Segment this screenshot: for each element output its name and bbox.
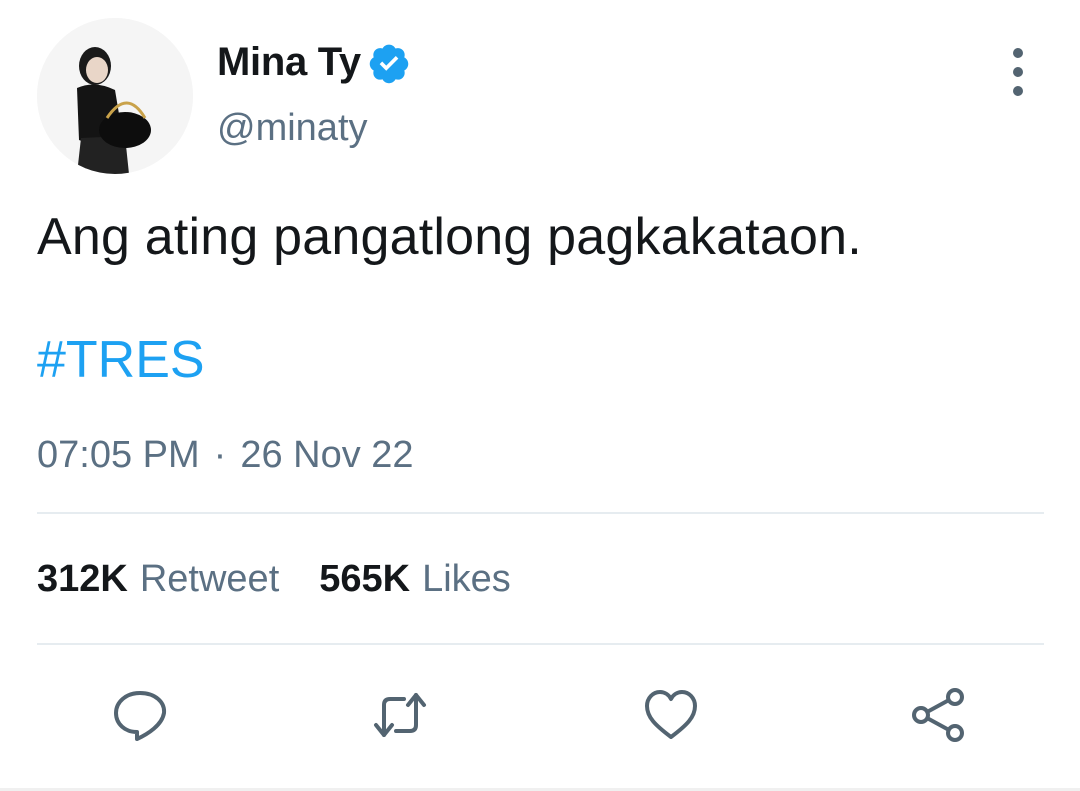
likes-count: 565K	[319, 558, 411, 600]
retweets-stat[interactable]: 312K Retweet	[37, 558, 279, 601]
retweet-icon	[374, 693, 426, 737]
retweet-button[interactable]	[370, 685, 430, 745]
display-name[interactable]: Mina Ty	[217, 40, 411, 85]
profile-photo	[37, 18, 193, 174]
retweets-label: Retweet	[139, 558, 280, 600]
tweet-text: Ang ating pangatlong pagkakataon.	[37, 208, 862, 266]
more-dot	[1013, 86, 1023, 96]
display-name-text[interactable]: Mina Ty	[217, 40, 361, 85]
reply-button[interactable]	[110, 685, 170, 745]
avatar[interactable]	[37, 18, 193, 174]
more-options-icon[interactable]	[998, 48, 1038, 96]
verified-badge-icon	[369, 44, 409, 83]
separator-dot: ·	[213, 434, 227, 476]
hashtag-link[interactable]: #TRES	[37, 330, 205, 390]
likes-stat[interactable]: 565K Likes	[319, 558, 511, 601]
share-icon	[912, 688, 964, 742]
tweet-date: 26 Nov 22	[240, 434, 414, 476]
more-dot	[1013, 48, 1023, 58]
tweet-timestamp: 07:05 PM · 26 Nov 22	[37, 434, 414, 477]
divider	[37, 643, 1044, 645]
like-button[interactable]	[641, 685, 701, 745]
likes-label: Likes	[422, 558, 511, 600]
reply-icon	[114, 691, 167, 741]
engagement-stats: 312K Retweet 565K Likes	[37, 558, 511, 601]
divider	[37, 512, 1044, 514]
action-bar	[0, 685, 1080, 745]
share-button[interactable]	[908, 685, 968, 745]
retweets-count: 312K	[37, 558, 128, 600]
tweet-time: 07:05 PM	[37, 434, 200, 476]
more-dot	[1013, 67, 1023, 77]
user-handle[interactable]: @minaty	[217, 107, 368, 150]
like-icon	[645, 690, 697, 739]
